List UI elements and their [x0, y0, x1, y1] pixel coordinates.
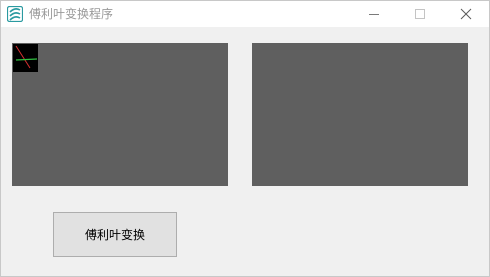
minimize-button[interactable]: [351, 1, 397, 27]
title-bar[interactable]: 傅利叶变换程序: [1, 1, 489, 27]
source-image-panel: [12, 43, 228, 186]
close-button[interactable]: [443, 1, 489, 27]
minimize-icon: [369, 14, 379, 15]
app-logo-icon: [6, 5, 24, 23]
maximize-button[interactable]: [397, 1, 443, 27]
source-image-thumbnail: [13, 44, 38, 72]
window-title: 傅利叶变换程序: [29, 7, 114, 21]
result-image-panel: [252, 43, 468, 186]
app-window: 傅利叶变换程序 傅利叶变换: [0, 0, 490, 277]
maximize-icon: [415, 9, 425, 19]
fourier-transform-button[interactable]: 傅利叶变换: [53, 212, 177, 257]
close-icon: [460, 8, 472, 20]
